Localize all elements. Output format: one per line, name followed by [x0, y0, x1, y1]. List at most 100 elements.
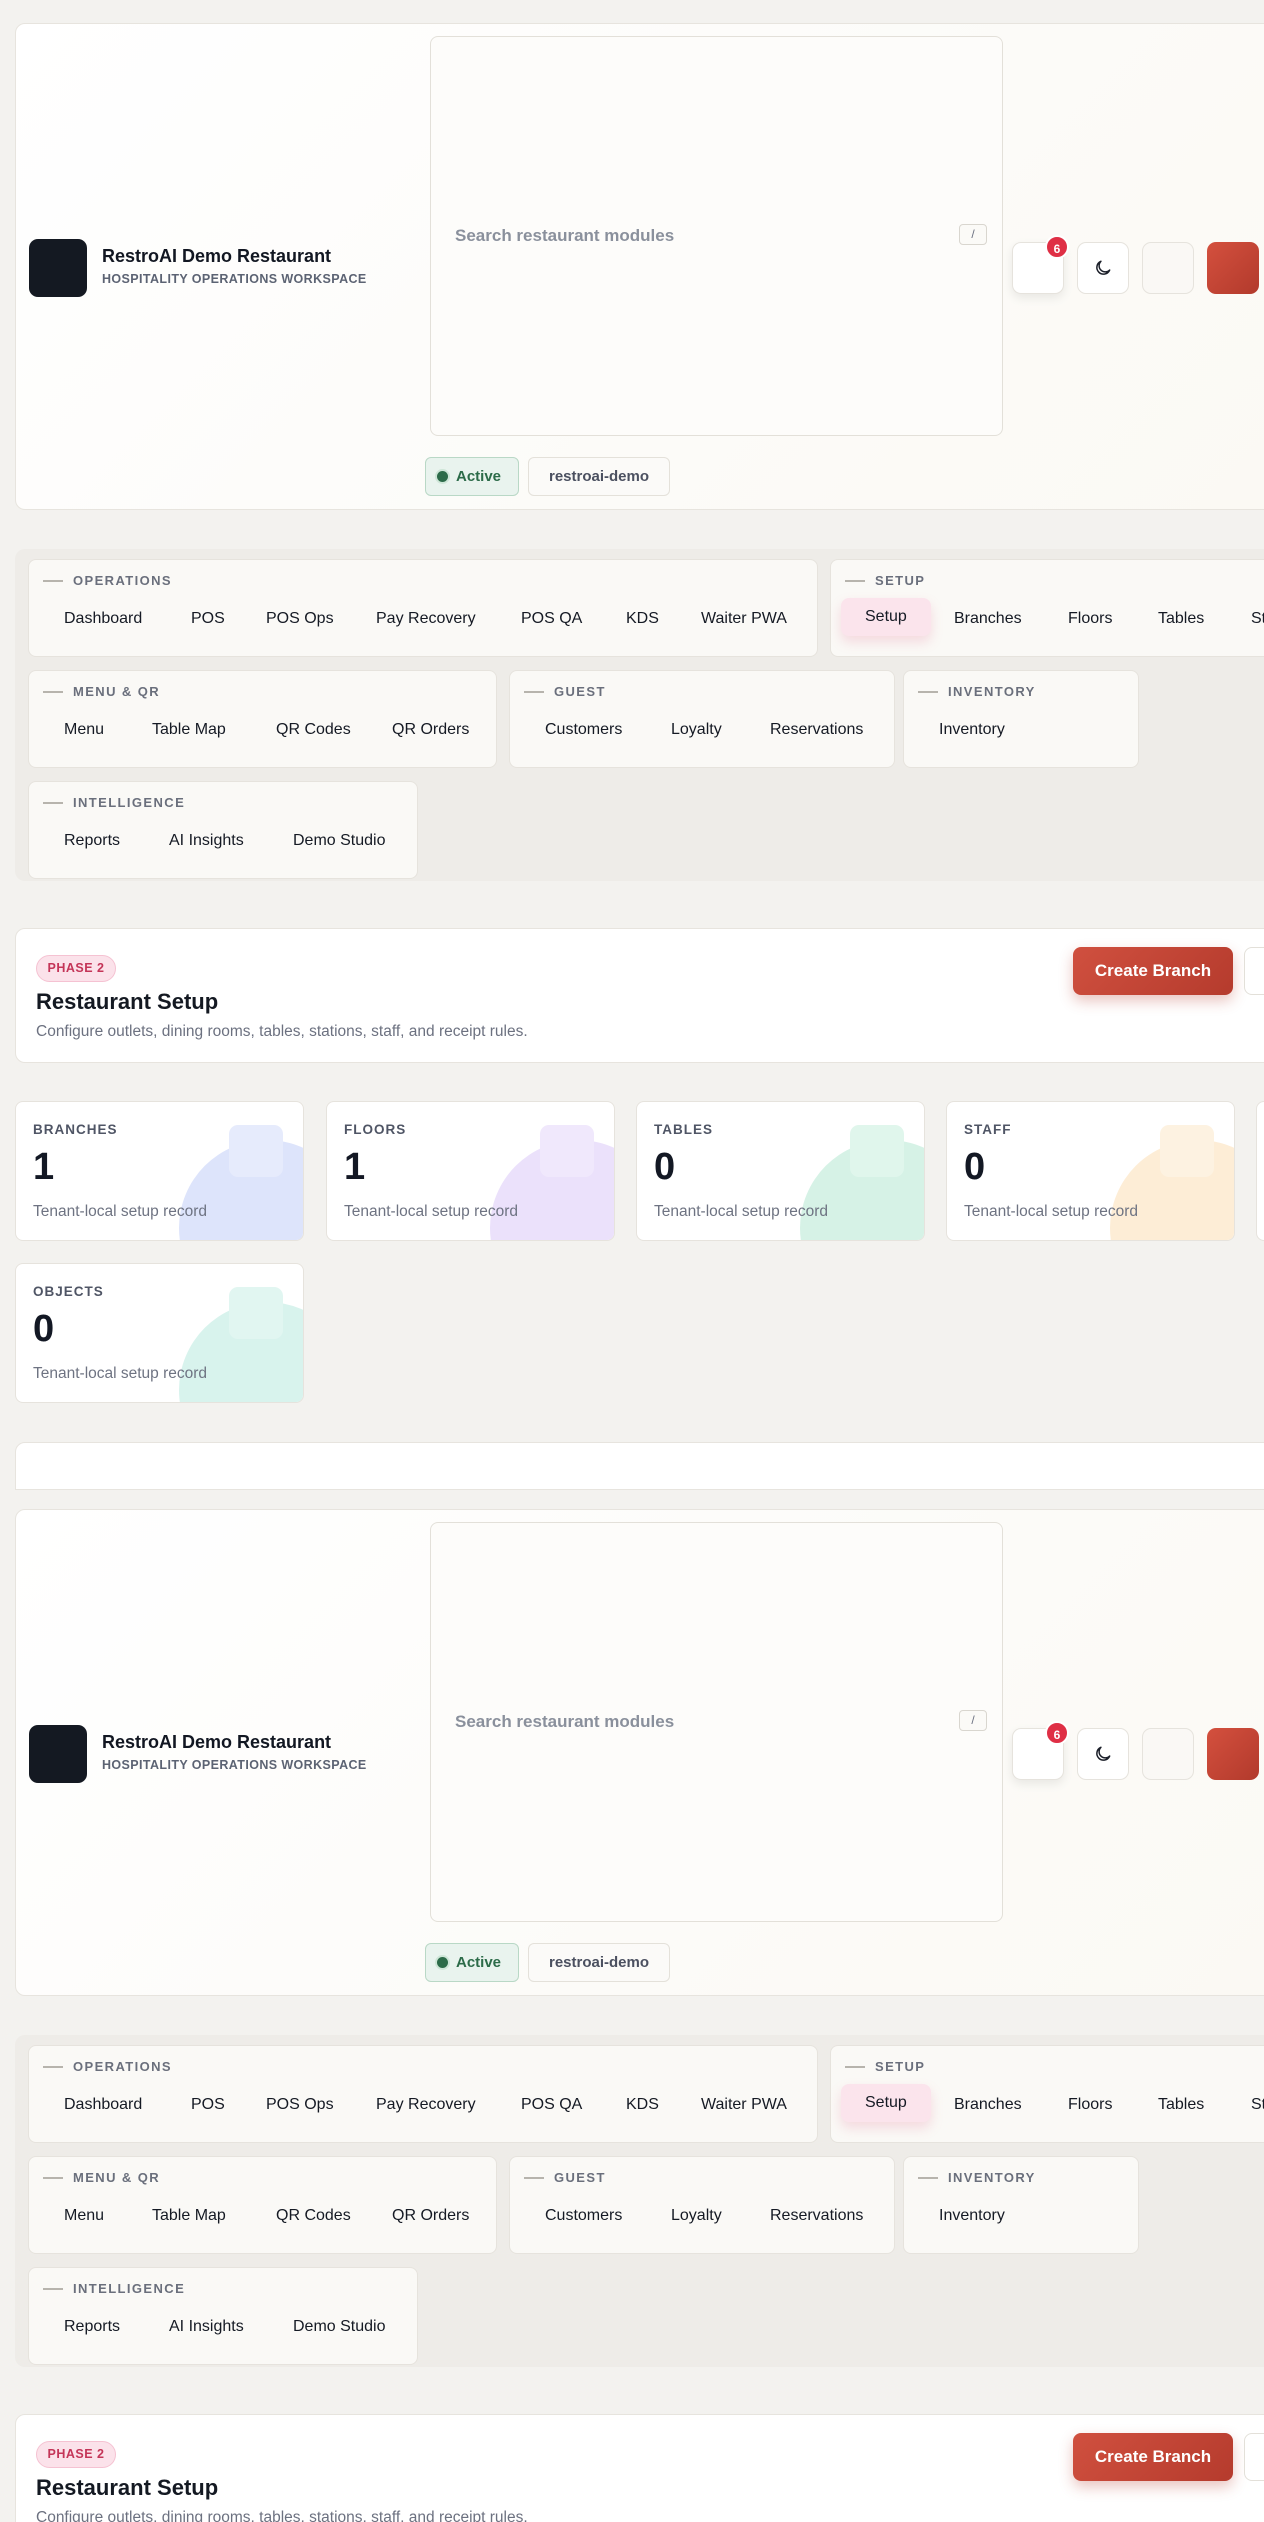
tenant-slug-badge: restroai-demo: [528, 457, 670, 496]
create-branch-button[interactable]: Create Branch: [1073, 947, 1233, 995]
nav-item-reservations[interactable]: Reservations: [770, 2207, 863, 2225]
nav-item-customers[interactable]: Customers: [545, 2207, 622, 2225]
profile-button[interactable]: [1207, 242, 1259, 294]
nav-item-pos-qa[interactable]: POS QA: [521, 610, 582, 628]
nav-item-menu[interactable]: Menu: [64, 721, 104, 739]
secondary-action-button[interactable]: [1244, 2433, 1264, 2481]
nav-item-menu[interactable]: Menu: [64, 2207, 104, 2225]
nav-item-pay-recovery[interactable]: Pay Recovery: [376, 2096, 476, 2114]
nav-item-pos[interactable]: POS: [191, 610, 225, 628]
app-header: RestroAI Demo Restaurant HOSPITALITY OPE…: [15, 23, 1264, 510]
nav-item-waiter-pwa[interactable]: Waiter PWA: [701, 610, 787, 628]
nav-item-kds[interactable]: KDS: [626, 2096, 659, 2114]
nav-item-dashboard[interactable]: Dashboard: [64, 2096, 142, 2114]
nav-group-title: SETUP: [845, 2059, 925, 2074]
nav-group-title: GUEST: [524, 684, 606, 699]
search-box[interactable]: /: [430, 1522, 1003, 1922]
app-header: RestroAI Demo Restaurant HOSPITALITY OPE…: [15, 1509, 1264, 1996]
search-shortcut-key: /: [959, 1710, 987, 1731]
setup-page-header: PHASE 2 Restaurant Setup Configure outle…: [15, 928, 1264, 1063]
nav-item-floors[interactable]: Floors: [1068, 2096, 1112, 2114]
notifications-button[interactable]: 6: [1012, 1721, 1069, 1780]
tenant-slug-badge: restroai-demo: [528, 1943, 670, 1982]
nav-item-pos[interactable]: POS: [191, 2096, 225, 2114]
nav-item-reports[interactable]: Reports: [64, 832, 120, 850]
nav-item-branches[interactable]: Branches: [954, 610, 1022, 628]
nav-item-floors[interactable]: Floors: [1068, 610, 1112, 628]
theme-toggle-button[interactable]: [1077, 1728, 1129, 1780]
nav-item-table-map[interactable]: Table Map: [152, 721, 226, 739]
nav-group-menu-qr: MENU & QR Menu Table Map QR Codes QR Ord…: [28, 670, 497, 768]
nav-group-title: GUEST: [524, 2170, 606, 2185]
nav-item-demo-studio[interactable]: Demo Studio: [293, 832, 386, 850]
brand-name: RestroAI Demo Restaurant: [102, 246, 332, 266]
secondary-action-button[interactable]: [1244, 947, 1264, 995]
nav-item-reports[interactable]: Reports: [64, 2318, 120, 2336]
stat-card-staff: STAFF 0 Tenant-local setup record: [946, 1101, 1235, 1241]
settings-button[interactable]: [1142, 242, 1194, 294]
nav-item-staff[interactable]: St: [1251, 2096, 1264, 2114]
settings-button[interactable]: [1142, 1728, 1194, 1780]
stat-value: 1: [344, 1146, 366, 1188]
nav-item-qr-codes[interactable]: QR Codes: [276, 2207, 351, 2225]
nav-group-operations: OPERATIONS Dashboard POS POS Ops Pay Rec…: [28, 559, 818, 657]
nav-item-tables[interactable]: Tables: [1158, 2096, 1204, 2114]
nav-item-setup[interactable]: Setup: [841, 598, 931, 636]
stat-card-tables: TABLES 0 Tenant-local setup record: [636, 1101, 925, 1241]
stat-note: Tenant-local setup record: [344, 1203, 519, 1220]
nav-item-setup[interactable]: Setup: [841, 2084, 931, 2122]
stat-value: 0: [964, 1146, 986, 1188]
search-input[interactable]: [455, 223, 935, 249]
stat-card-floors: FLOORS 1 Tenant-local setup record: [326, 1101, 615, 1241]
stat-card-branches: BRANCHES 1 Tenant-local setup record: [15, 1101, 304, 1241]
page-title: Restaurant Setup: [36, 2475, 219, 2500]
search-shortcut-key: /: [959, 224, 987, 245]
nav-item-branches[interactable]: Branches: [954, 2096, 1022, 2114]
stat-icon: [1160, 1125, 1214, 1177]
nav-group-intelligence: INTELLIGENCE Reports AI Insights Demo St…: [28, 2267, 418, 2365]
nav-item-pos-qa[interactable]: POS QA: [521, 2096, 582, 2114]
nav-group-title: MENU & QR: [43, 684, 160, 699]
nav-item-waiter-pwa[interactable]: Waiter PWA: [701, 2096, 787, 2114]
stat-label: OBJECTS: [33, 1284, 104, 1299]
nav-item-pos-ops[interactable]: POS Ops: [266, 2096, 334, 2114]
nav-item-tables[interactable]: Tables: [1158, 610, 1204, 628]
theme-toggle-button[interactable]: [1077, 242, 1129, 294]
nav-group-title: OPERATIONS: [43, 573, 172, 588]
stat-label: FLOORS: [344, 1122, 407, 1137]
status-dot-icon: [437, 471, 448, 482]
nav-item-demo-studio[interactable]: Demo Studio: [293, 2318, 386, 2336]
brand-logo[interactable]: [29, 239, 87, 297]
nav-item-table-map[interactable]: Table Map: [152, 2207, 226, 2225]
nav-item-staff[interactable]: St: [1251, 610, 1264, 628]
nav-item-loyalty[interactable]: Loyalty: [671, 721, 722, 739]
nav-item-qr-orders[interactable]: QR Orders: [392, 2207, 469, 2225]
brand-logo[interactable]: [29, 1725, 87, 1783]
notification-count-badge: 6: [1045, 1721, 1069, 1745]
nav-item-qr-orders[interactable]: QR Orders: [392, 721, 469, 739]
nav-item-pay-recovery[interactable]: Pay Recovery: [376, 610, 476, 628]
nav-item-inventory[interactable]: Inventory: [939, 721, 1005, 739]
stat-note: Tenant-local setup record: [33, 1203, 208, 1220]
content-card-edge: [15, 1442, 1264, 1490]
nav-item-reservations[interactable]: Reservations: [770, 721, 863, 739]
notifications-button[interactable]: 6: [1012, 235, 1069, 294]
status-label: Active: [456, 468, 502, 485]
nav-item-inventory[interactable]: Inventory: [939, 2207, 1005, 2225]
nav-item-dashboard[interactable]: Dashboard: [64, 610, 142, 628]
nav-item-ai-insights[interactable]: AI Insights: [169, 2318, 244, 2336]
status-label: Active: [456, 1954, 502, 1971]
nav-item-ai-insights[interactable]: AI Insights: [169, 832, 244, 850]
create-branch-button[interactable]: Create Branch: [1073, 2433, 1233, 2481]
stat-card-objects: OBJECTS 0 Tenant-local setup record: [15, 1263, 304, 1403]
profile-button[interactable]: [1207, 1728, 1259, 1780]
nav-item-qr-codes[interactable]: QR Codes: [276, 721, 351, 739]
nav-item-customers[interactable]: Customers: [545, 721, 622, 739]
stat-card-next-partial: [1256, 1101, 1264, 1241]
nav-item-pos-ops[interactable]: POS Ops: [266, 610, 334, 628]
search-input[interactable]: [455, 1709, 935, 1735]
nav-item-kds[interactable]: KDS: [626, 610, 659, 628]
search-box[interactable]: /: [430, 36, 1003, 436]
stat-value: 0: [33, 1308, 55, 1350]
nav-item-loyalty[interactable]: Loyalty: [671, 2207, 722, 2225]
